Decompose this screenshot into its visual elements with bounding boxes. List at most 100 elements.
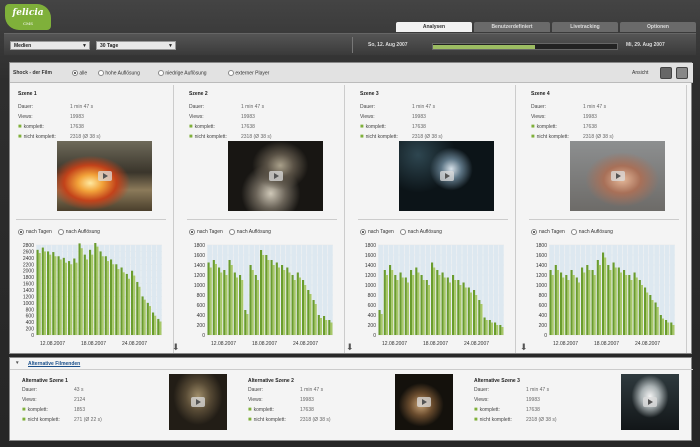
chart-bar: [417, 272, 420, 335]
chart-bar: [275, 262, 278, 335]
chart-bar: [91, 254, 94, 335]
chart-bar: [41, 247, 44, 335]
play-icon[interactable]: [417, 397, 431, 407]
y-tick-label: 1000: [536, 283, 547, 289]
divider: [16, 219, 166, 220]
chart-bar: [396, 280, 399, 335]
video-thumbnail[interactable]: [169, 374, 227, 430]
chart-bar: [47, 251, 50, 335]
chart-bar: [496, 325, 499, 335]
chart-bar: [281, 265, 284, 335]
chart-bar: [586, 265, 589, 335]
filter-option-low[interactable]: niedrige Auflösung: [158, 70, 207, 76]
chart-bar: [54, 256, 57, 335]
field-label-text: nicht komplett:: [27, 417, 60, 423]
tab-livetracking[interactable]: Livetracking: [552, 22, 618, 32]
field-value: 19983: [70, 114, 84, 120]
chart-bar: [469, 292, 472, 335]
y-tick-label: 1800: [536, 243, 547, 249]
chart-bar: [233, 272, 236, 335]
y-tick-label: 1000: [365, 283, 376, 289]
view-grid-icon[interactable]: [676, 67, 688, 79]
view-toggle-icon[interactable]: [660, 67, 672, 79]
toolbar: Medien ▼ 30 Tage ▼ So, 12. Aug 2007 Mi, 29…: [4, 33, 696, 55]
mode-by-day[interactable]: nach Tagen: [189, 229, 229, 235]
chart-bar: [117, 269, 120, 335]
field-label-text: Dauer:: [531, 104, 547, 110]
arrow-down-icon: ⬇: [520, 342, 528, 352]
tab-analysen[interactable]: Analysen: [396, 22, 472, 32]
filter-option-label: alle: [79, 70, 88, 77]
chart-bar: [464, 287, 467, 335]
chart-mode-toggle: nach Tagen nach Auflösung: [360, 229, 442, 235]
mode-by-resolution[interactable]: nach Auflösung: [399, 229, 442, 235]
chart-bar: [52, 252, 55, 335]
x-tick-label: 12.08.2007: [211, 341, 236, 347]
media-select[interactable]: Medien ▼: [10, 41, 90, 50]
chart-bar: [154, 315, 157, 335]
chart-bar: [490, 322, 493, 335]
play-icon[interactable]: [191, 397, 205, 407]
collapse-icon[interactable]: ▾: [16, 360, 19, 366]
filter-option-external[interactable]: externer Player: [228, 70, 269, 76]
y-tick-label: 1600: [23, 282, 34, 288]
mode-by-resolution[interactable]: nach Auflösung: [228, 229, 271, 235]
field-label-text: Dauer:: [474, 387, 490, 393]
chart-bar: [260, 250, 263, 335]
play-icon[interactable]: [97, 171, 112, 181]
field-label: ■ nicht komplett:: [189, 134, 227, 140]
radio-icon: [360, 229, 366, 235]
play-icon[interactable]: [610, 171, 625, 181]
filter-option-label: externer Player: [235, 70, 270, 77]
chart-bar: [302, 280, 305, 335]
chart-bar: [438, 275, 441, 335]
chart-bar: [89, 249, 92, 335]
video-thumbnail[interactable]: [395, 374, 453, 430]
field-value: 17638: [583, 124, 597, 130]
y-tick-label: 2800: [23, 243, 34, 249]
mode-by-day[interactable]: nach Tagen: [531, 229, 571, 235]
filter-option-all[interactable]: alle: [72, 70, 87, 76]
chart-bar: [304, 285, 307, 335]
alternatives-header[interactable]: ▾ Alternative Filmenden: [10, 358, 693, 370]
video-thumbnail[interactable]: [228, 141, 323, 211]
chart-bar: [391, 270, 394, 335]
field-label-text: Views:: [18, 114, 33, 120]
play-icon[interactable]: [643, 397, 657, 407]
play-icon[interactable]: [439, 171, 454, 181]
chart-bar: [64, 262, 67, 335]
chart-bar: [385, 275, 388, 335]
range-select[interactable]: 30 Tage ▼: [96, 41, 176, 50]
bar-background: [670, 245, 675, 335]
radio-icon: [57, 229, 64, 235]
play-icon[interactable]: [268, 171, 283, 181]
chart-bar: [565, 275, 568, 335]
y-tick-label: 1200: [23, 294, 34, 300]
field-value: 17638: [412, 124, 426, 130]
bullet-icon: ■: [189, 124, 193, 130]
chart-bar: [49, 254, 52, 335]
chart-bar: [567, 280, 570, 335]
mode-by-day[interactable]: nach Tagen: [360, 229, 400, 235]
filter-option-high[interactable]: hohe Auflösung: [98, 70, 140, 76]
tab-benutzerdefiniert[interactable]: Benutzerdefiniert: [474, 22, 550, 32]
video-thumbnail[interactable]: [399, 141, 494, 211]
tab-optionen[interactable]: Optionen: [620, 22, 696, 32]
field-value: 19983: [241, 114, 255, 120]
video-thumbnail[interactable]: [621, 374, 679, 430]
chart-bar: [415, 267, 418, 335]
video-thumbnail[interactable]: [57, 141, 152, 211]
field-label: ■ nicht komplett:: [531, 134, 569, 140]
mode-by-day[interactable]: nach Tagen: [18, 229, 58, 235]
field-label: Views:: [248, 397, 263, 403]
chart-bar: [125, 273, 128, 335]
field-value: 1 min 47 s: [412, 104, 436, 110]
chart-bar: [431, 262, 434, 335]
mode-by-resolution[interactable]: nach Auflösung: [570, 229, 613, 235]
video-thumbnail[interactable]: [570, 141, 665, 211]
field-label: ■ komplett:: [531, 124, 557, 130]
mode-by-resolution[interactable]: nach Auflösung: [57, 229, 100, 235]
y-tick-label: 1600: [194, 253, 205, 259]
date-range-slider[interactable]: [432, 43, 618, 50]
chart-bar: [214, 264, 217, 335]
